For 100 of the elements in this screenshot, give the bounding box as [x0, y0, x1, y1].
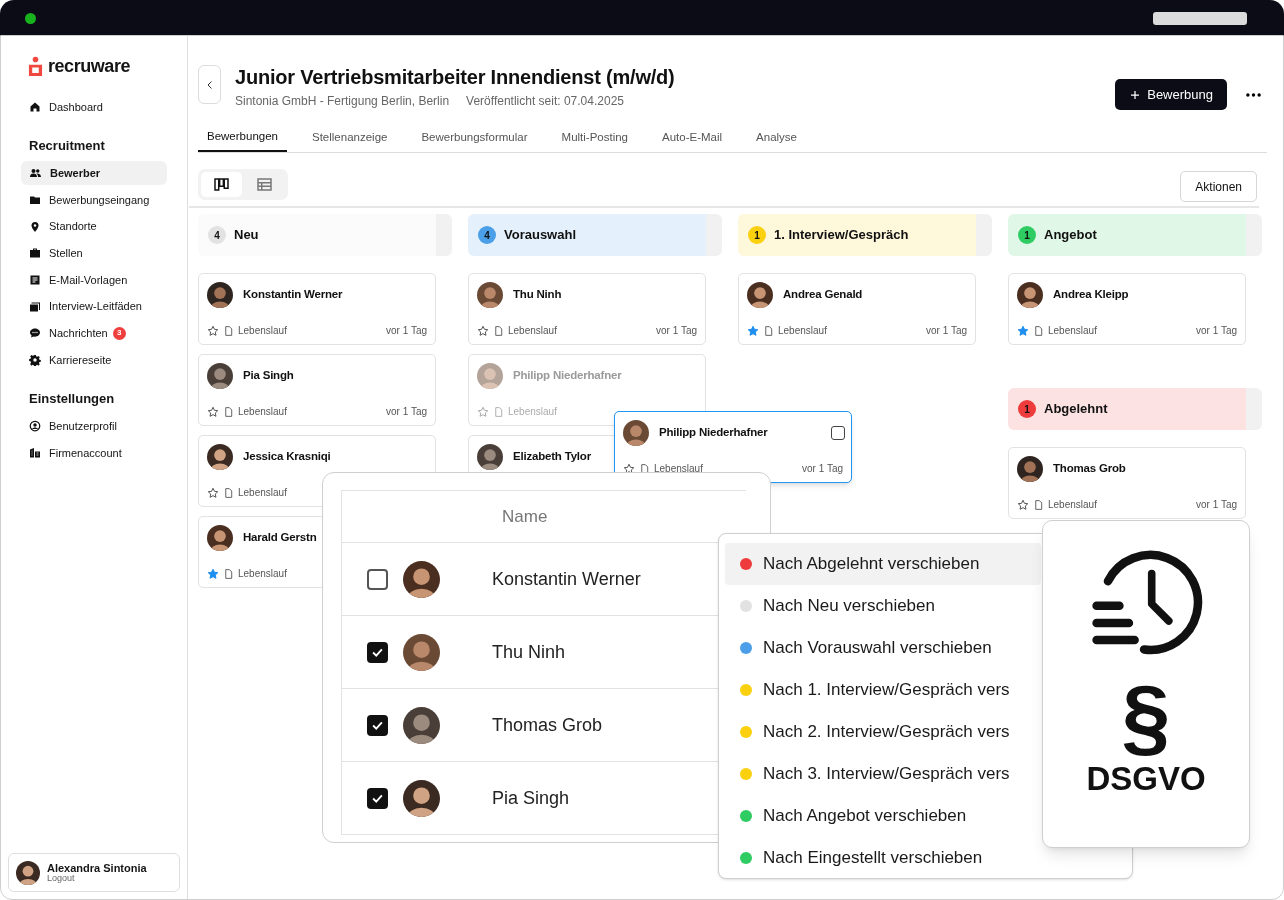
plus-icon: [1129, 88, 1142, 101]
count-badge: 4: [478, 226, 496, 244]
applicant-name: Konstantin Werner: [243, 287, 343, 303]
avatar: [207, 444, 233, 470]
avatar: [403, 633, 440, 671]
applicant-card[interactable]: Thomas Grob Lebenslauf vor 1 Tag: [1008, 447, 1246, 519]
applicant-card[interactable]: Andrea Genald Lebenslauf vor 1 Tag: [738, 273, 976, 345]
count-badge: 4: [208, 226, 226, 244]
applicant-name: Pia Singh: [243, 368, 294, 384]
company-location: Sintonia GmbH - Fertigung Berlin, Berlin: [235, 93, 450, 110]
count-badge: 1: [1018, 400, 1036, 418]
applicant-card[interactable]: Konstantin Werner Lebenslauf vor 1 Tag: [198, 273, 436, 345]
sidebar-item[interactable]: Karriereseite: [21, 348, 167, 372]
tab[interactable]: Stellenanzeige: [303, 124, 397, 152]
sidebar-item[interactable]: Bewerber: [21, 161, 167, 186]
menu-item[interactable]: Nach Vorauswahl verschieben: [725, 627, 1041, 669]
column-header: Name: [502, 505, 548, 528]
published-date: Veröffentlicht seit: 07.04.2025: [466, 93, 624, 110]
sidebar-item[interactable]: Bewerbungseingang: [21, 187, 167, 212]
checkbox[interactable]: [367, 787, 388, 809]
time-label: vor 1 Tag: [926, 324, 967, 338]
dragged-card-overlay[interactable]: Philipp Niederhafner Lebenslauf vor 1 Tag: [614, 411, 852, 483]
sidebar-item[interactable]: Firmenaccount: [21, 440, 167, 465]
checkbox[interactable]: [367, 714, 388, 736]
sidebar-item[interactable]: E-Mail-Vorlagen: [21, 267, 167, 292]
table-cell-text: Konstantin Werner: [492, 567, 641, 591]
file-link[interactable]: Lebenslauf: [508, 323, 557, 338]
more-icon: [1245, 93, 1261, 97]
sidebar-item[interactable]: Stellen: [21, 241, 167, 266]
section-heading: Recruitment: [29, 136, 106, 155]
checkbox[interactable]: [367, 568, 388, 590]
settings-icon: [29, 354, 41, 366]
menu-item[interactable]: Nach 1. Interview/Gespräch vers: [725, 669, 1041, 711]
checkbox[interactable]: [367, 641, 388, 663]
menu-item[interactable]: Nach 2. Interview/Gespräch vers: [725, 711, 1041, 753]
applicant-name: Andrea Genald: [783, 287, 863, 303]
people-icon: [29, 167, 42, 180]
time-label: vor 1 Tag: [386, 405, 427, 419]
privacy-label: DSGVO: [1086, 761, 1206, 797]
avatar: [477, 282, 503, 308]
cards-icon: [29, 300, 41, 313]
applicant-name: Jessica Krasniqi: [243, 449, 331, 465]
file-link[interactable]: Lebenslauf: [1048, 497, 1097, 512]
stage-title: Abgelehnt: [1044, 400, 1108, 419]
paragraph-symbol: §: [1121, 671, 1171, 761]
logout-link[interactable]: Logout: [47, 873, 147, 884]
applicant-card[interactable]: Pia Singh Lebenslauf vor 1 Tag: [198, 354, 436, 426]
tab[interactable]: Bewerbungen: [198, 124, 287, 152]
add-application-button[interactable]: Bewerbung: [1115, 79, 1227, 110]
applicant-name: Elizabeth Tylor: [513, 449, 591, 465]
applicant-card[interactable]: Andrea Kleipp Lebenslauf vor 1 Tag: [1008, 273, 1246, 345]
user-card[interactable]: Alexandra Sintonia Logout: [8, 853, 180, 892]
menu-item[interactable]: Nach Angebot verschieben: [725, 795, 1041, 837]
actions-button[interactable]: Aktionen: [1180, 171, 1257, 202]
file-link[interactable]: Lebenslauf: [238, 566, 287, 581]
sidebar-item[interactable]: Interview-Leitfäden: [21, 294, 167, 319]
building-icon: [29, 446, 41, 459]
checkbox[interactable]: [831, 426, 845, 440]
tab[interactable]: Bewerbungsformular: [412, 124, 537, 152]
applicant-card[interactable]: Thu Ninh Lebenslauf vor 1 Tag: [468, 273, 706, 345]
avatar: [207, 282, 233, 308]
stage-title: Angebot: [1044, 226, 1097, 245]
tab[interactable]: Analyse: [747, 124, 806, 152]
stage-title: Neu: [234, 226, 259, 245]
menu-item[interactable]: Nach Neu verschieben: [725, 585, 1041, 627]
menu-item[interactable]: Nach 3. Interview/Gespräch vers: [725, 753, 1041, 795]
avatar: [403, 560, 440, 598]
tab[interactable]: Auto-E-Mail: [653, 124, 732, 152]
file-link[interactable]: Lebenslauf: [238, 323, 287, 338]
tab[interactable]: Multi-Posting: [552, 124, 637, 152]
time-label: vor 1 Tag: [386, 324, 427, 338]
applicant-name: Harald Gerstn: [243, 530, 317, 546]
avatar: [623, 420, 649, 446]
applicant-name: Philipp Niederhafner: [659, 425, 768, 441]
sidebar-item[interactable]: Dashboard: [21, 95, 167, 119]
menu-item[interactable]: Nach Eingestellt verschieben: [725, 837, 1041, 879]
file-link[interactable]: Lebenslauf: [778, 323, 827, 338]
user-name: Alexandra Sintonia: [47, 861, 147, 874]
menu-item[interactable]: Nach Abgelehnt verschieben: [725, 543, 1041, 585]
board-icon: [214, 177, 229, 191]
logo-text: recruware: [48, 55, 130, 78]
avatar: [403, 706, 440, 744]
count-badge: 1: [1018, 226, 1036, 244]
time-label: vor 1 Tag: [1196, 324, 1237, 338]
sidebar-item[interactable]: Standorte: [21, 214, 167, 239]
avatar: [747, 282, 773, 308]
sidebar-item[interactable]: Nachrichten 3: [21, 321, 167, 346]
applicant-name: Andrea Kleipp: [1053, 287, 1129, 303]
view-toggle-button[interactable]: [201, 171, 242, 197]
avatar: [1017, 282, 1043, 308]
file-link[interactable]: Lebenslauf: [1048, 323, 1097, 338]
file-link[interactable]: Lebenslauf: [238, 485, 287, 500]
table-cell-text: Thu Ninh: [492, 640, 566, 664]
file-link[interactable]: Lebenslauf: [238, 404, 287, 419]
sidebar-item[interactable]: Benutzerprofil: [21, 414, 167, 439]
avatar: [403, 779, 440, 817]
applicant-name: Thomas Grob: [1053, 461, 1126, 477]
count-badge: 1: [748, 226, 766, 244]
table-cell-text: Thomas Grob: [492, 713, 603, 737]
file-link[interactable]: Lebenslauf: [654, 461, 703, 476]
